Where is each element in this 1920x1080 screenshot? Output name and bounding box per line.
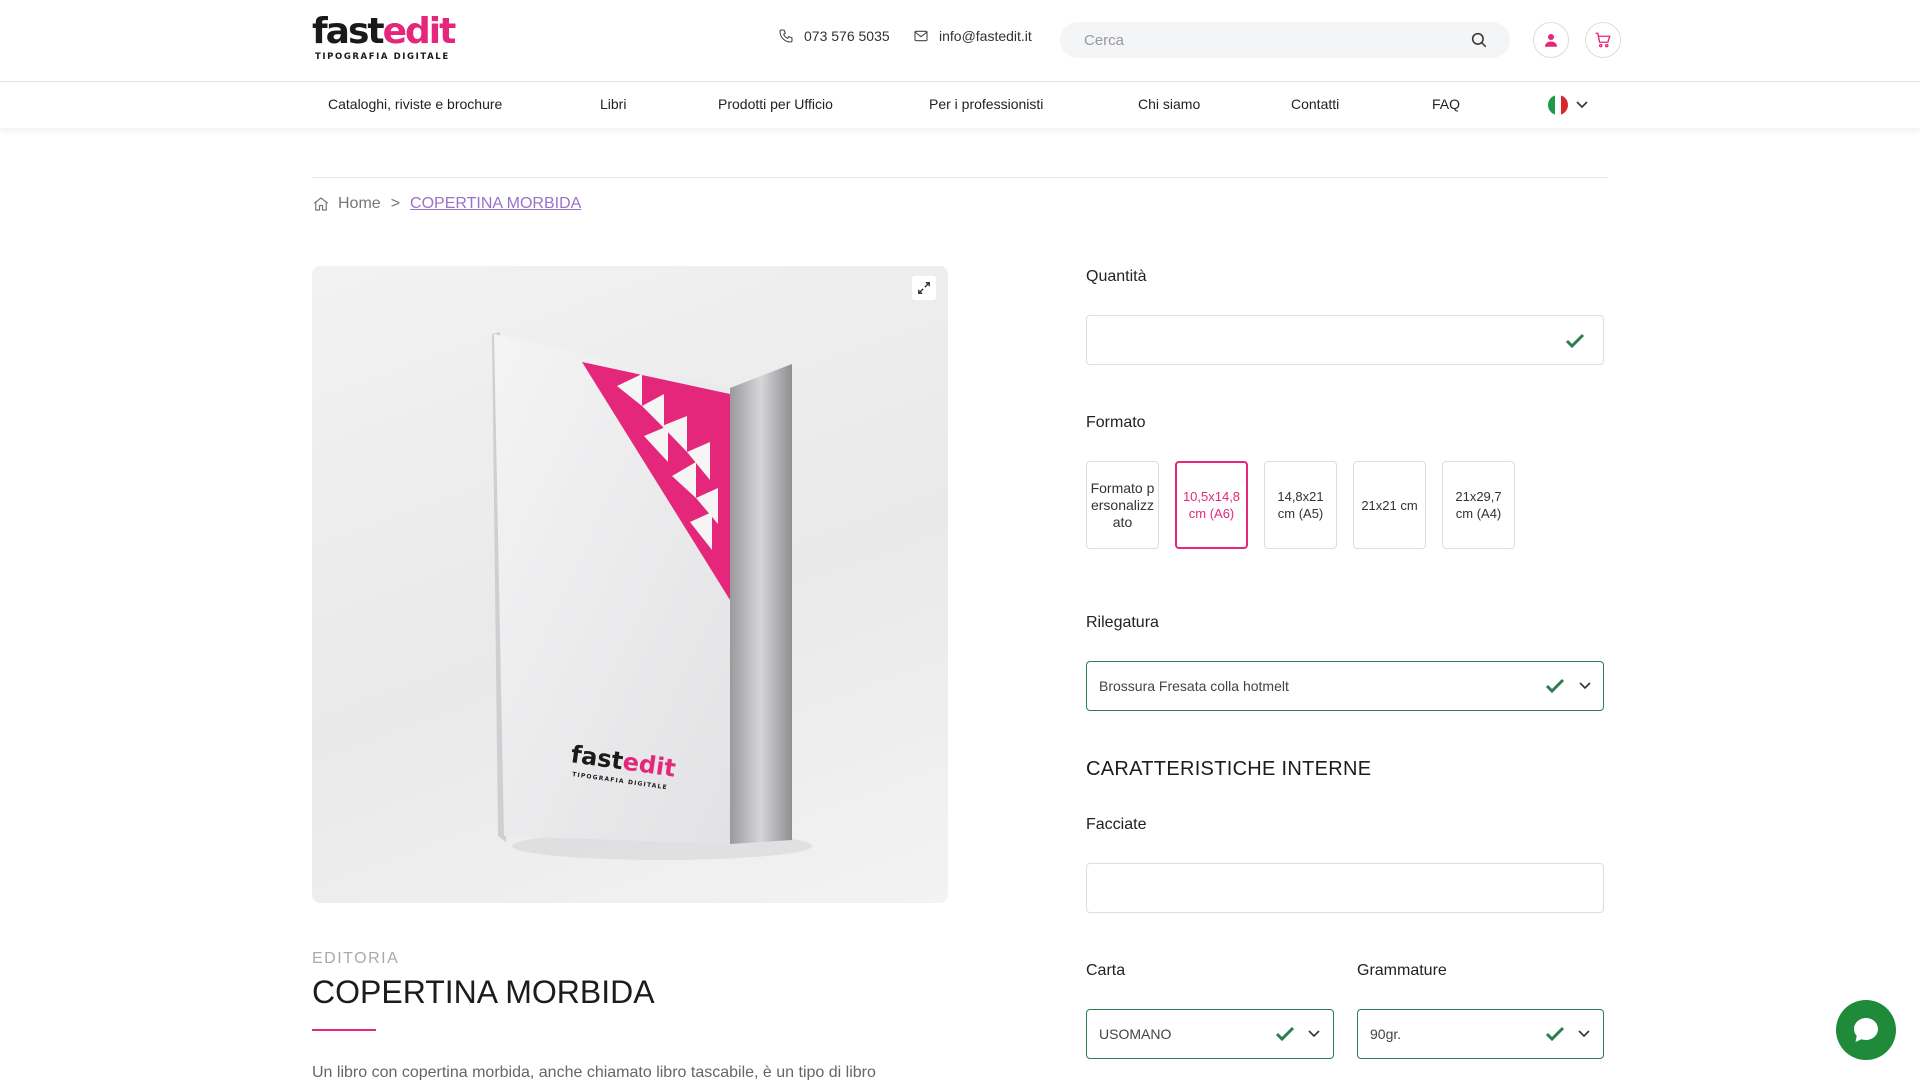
carta-label: Carta (1086, 962, 1126, 979)
user-icon (1545, 34, 1557, 47)
check-icon (1565, 333, 1585, 349)
rilegatura-select[interactable]: Brossura Fresata colla hotmelt (1086, 661, 1604, 711)
logo-subtitle: TIPOGRAFIA DIGITALE (315, 52, 450, 62)
search-bar (1060, 22, 1510, 58)
logo-wordmark: fastedit (312, 11, 456, 52)
chevron-down-icon[interactable] (1576, 100, 1588, 110)
breadcrumb: Home > COPERTINA MORBIDA (312, 195, 581, 213)
fastedit-logo[interactable]: fastedit TIPOGRAFIA DIGITALE (312, 11, 456, 66)
nav-item-contatti[interactable]: Contatti (1291, 82, 1339, 128)
italian-flag-icon[interactable] (1548, 95, 1568, 115)
product-description: Un libro con copertina morbida, anche ch… (312, 1064, 876, 1080)
carta-value: USOMANO (1099, 1026, 1172, 1042)
nav-item-faq[interactable]: FAQ (1432, 82, 1460, 128)
chevron-down-icon (1578, 1030, 1590, 1038)
breadcrumb-current[interactable]: COPERTINA MORBIDA (410, 195, 581, 213)
chat-icon (1854, 1018, 1878, 1042)
home-icon[interactable] (312, 195, 330, 213)
nav-item-chi-siamo[interactable]: Chi siamo (1138, 82, 1200, 128)
grammature-select[interactable]: 90gr. (1357, 1009, 1604, 1059)
chevron-down-icon (1308, 1030, 1320, 1038)
quantita-label: Quantità (1086, 268, 1147, 285)
formato-label: Formato (1086, 414, 1146, 431)
check-icon (1275, 1026, 1295, 1042)
chevron-down-icon (1579, 682, 1591, 690)
cart-icon (1595, 32, 1611, 48)
rilegatura-label: Rilegatura (1086, 614, 1159, 631)
check-icon (1545, 1026, 1565, 1042)
nav-item-cataloghi[interactable]: Cataloghi, riviste e brochure (328, 82, 502, 128)
caratteristiche-interne-heading: CARATTERISTICHE INTERNE (1086, 758, 1372, 780)
expand-icon (918, 282, 930, 294)
cart-button[interactable] (1585, 22, 1621, 58)
check-icon (1545, 678, 1565, 694)
product-title: COPERTINA MORBIDA (312, 974, 655, 1010)
formato-option-a6[interactable]: 10,5x14,8 cm (A6) (1175, 461, 1248, 549)
main-navigation: Cataloghi, riviste e brochure Libri Prod… (0, 82, 1920, 128)
quantita-field[interactable] (1086, 315, 1604, 365)
phone-contact[interactable]: 073 576 5035 (778, 28, 890, 44)
email-address: info@fastedit.it (939, 28, 1032, 44)
breadcrumb-home[interactable]: Home (338, 195, 381, 213)
softcover-book-mockup: fastedit TIPOGRAFIA DIGITALE (492, 332, 812, 860)
rilegatura-value: Brossura Fresata colla hotmelt (1099, 678, 1289, 694)
mail-icon (914, 30, 928, 42)
breadcrumb-separator: > (390, 195, 401, 212)
top-header: fastedit TIPOGRAFIA DIGITALE 073 576 503… (0, 0, 1920, 82)
carta-select[interactable]: USOMANO (1086, 1009, 1334, 1059)
formato-option-a4[interactable]: 21x29,7 cm (A4) (1442, 461, 1515, 549)
search-input[interactable] (1060, 22, 1460, 58)
product-category: EDITORIA (312, 950, 400, 967)
nav-item-professionisti[interactable]: Per i professionisti (929, 82, 1043, 128)
formato-option-a5[interactable]: 14,8x21 cm (A5) (1264, 461, 1337, 549)
facciate-field[interactable] (1086, 863, 1604, 913)
product-image[interactable]: fastedit TIPOGRAFIA DIGITALE (312, 266, 948, 903)
chat-button[interactable] (1836, 1000, 1896, 1060)
content-divider (312, 177, 1608, 178)
grammature-label: Grammature (1357, 962, 1447, 979)
account-button[interactable] (1533, 22, 1569, 58)
grammature-value: 90gr. (1370, 1026, 1402, 1042)
formato-option-personalizzato[interactable]: Formato personalizzato (1086, 461, 1159, 549)
search-icon[interactable] (1470, 31, 1488, 49)
phone-number: 073 576 5035 (804, 28, 890, 44)
expand-image-button[interactable] (912, 276, 936, 300)
formato-option-21x21[interactable]: 21x21 cm (1353, 461, 1426, 549)
nav-item-prodotti-ufficio[interactable]: Prodotti per Ufficio (718, 82, 833, 128)
nav-item-libri[interactable]: Libri (600, 82, 626, 128)
phone-icon (779, 29, 793, 43)
title-underline (312, 1029, 376, 1031)
facciate-label: Facciate (1086, 816, 1147, 833)
email-contact[interactable]: info@fastedit.it (913, 28, 1032, 44)
